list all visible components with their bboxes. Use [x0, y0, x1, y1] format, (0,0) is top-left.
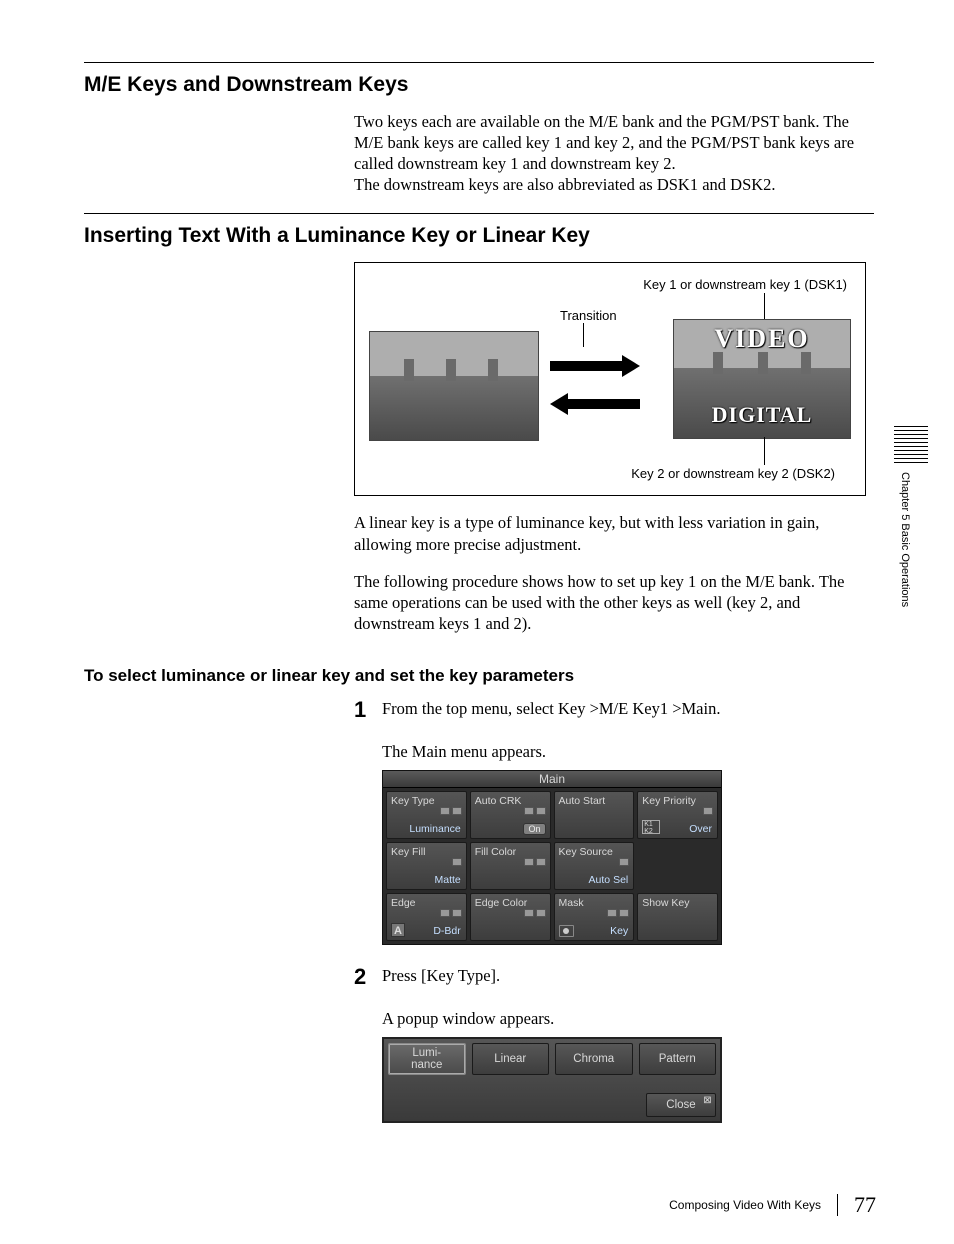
- mask-label: Mask: [559, 897, 584, 909]
- diagram-label-key2: Key 2 or downstream key 2 (DSK2): [631, 466, 835, 481]
- key-type-value: Luminance: [409, 823, 460, 835]
- overlay-digital-text: DIGITAL: [674, 402, 850, 428]
- key-priority-value: Over: [689, 823, 712, 835]
- paragraph-linear-key: A linear key is a type of luminance key,…: [354, 512, 874, 554]
- pattern-button[interactable]: Pattern: [639, 1043, 717, 1075]
- chapter-tab-hatch-icon: [894, 426, 928, 466]
- key-priority-label: Key Priority: [642, 795, 696, 807]
- page-footer: Composing Video With Keys 77: [669, 1192, 876, 1218]
- edge-button[interactable]: Edge A D-Bdr: [386, 893, 467, 941]
- key-fill-button[interactable]: Key Fill Matte: [386, 842, 467, 890]
- chroma-button[interactable]: Chroma: [555, 1043, 633, 1075]
- key-fill-value: Matte: [434, 874, 460, 886]
- auto-crk-button[interactable]: Auto CRK On: [470, 791, 551, 839]
- transition-diagram: Key 1 or downstream key 1 (DSK1) Transit…: [354, 262, 866, 496]
- close-label: Close: [666, 1099, 695, 1111]
- edge-color-label: Edge Color: [475, 897, 528, 909]
- subheading-select-luminance: To select luminance or linear key and se…: [84, 666, 874, 686]
- diagram-before-image: [369, 331, 539, 441]
- main-menu-screenshot: Main Key Type Luminance Auto CRK On Auto…: [382, 770, 722, 945]
- paragraph-procedure-intro: The following procedure shows how to set…: [354, 571, 874, 634]
- auto-crk-label: Auto CRK: [475, 795, 522, 807]
- mask-value: Key: [610, 925, 628, 937]
- key-priority-button[interactable]: Key Priority K1K2 Over: [637, 791, 718, 839]
- step-2-note: A popup window appears.: [382, 1009, 874, 1029]
- show-key-button[interactable]: Show Key: [637, 893, 718, 941]
- edge-a-badge-icon: A: [391, 923, 405, 937]
- auto-start-button[interactable]: Auto Start: [554, 791, 635, 839]
- main-menu-title: Main: [383, 771, 721, 788]
- edge-label: Edge: [391, 897, 416, 909]
- diagram-after-image: VIDEO DIGITAL: [673, 319, 851, 439]
- close-x-icon: ⊠: [703, 1096, 712, 1105]
- step-number-2: 2: [354, 965, 382, 989]
- diagram-label-transition: Transition: [560, 308, 617, 323]
- key-source-label: Key Source: [559, 846, 613, 858]
- key-type-button[interactable]: Key Type Luminance: [386, 791, 467, 839]
- auto-crk-value: On: [523, 823, 545, 835]
- fill-color-label: Fill Color: [475, 846, 516, 858]
- edge-value: D-Bdr: [433, 925, 460, 937]
- arrow-left-icon: [550, 393, 640, 413]
- mask-button[interactable]: Mask Key: [554, 893, 635, 941]
- step-1-note: The Main menu appears.: [382, 742, 874, 762]
- page-number: 77: [854, 1192, 876, 1218]
- key-source-value: Auto Sel: [589, 874, 629, 886]
- key-source-button[interactable]: Key Source Auto Sel: [554, 842, 635, 890]
- luminance-button[interactable]: Lumi- nance: [388, 1043, 466, 1075]
- key-type-popup: Lumi- nance Linear Chroma Pattern Close …: [382, 1037, 722, 1123]
- step-1-text: From the top menu, select Key >M/E Key1 …: [382, 698, 874, 722]
- empty-cell-1: [637, 842, 718, 890]
- edge-color-button[interactable]: Edge Color: [470, 893, 551, 941]
- mask-circle-icon: [559, 925, 574, 937]
- show-key-label: Show Key: [642, 897, 689, 909]
- step-2-text: Press [Key Type].: [382, 965, 874, 989]
- auto-start-label: Auto Start: [559, 795, 606, 807]
- diagram-label-key1: Key 1 or downstream key 1 (DSK1): [643, 277, 847, 292]
- linear-button[interactable]: Linear: [472, 1043, 550, 1075]
- key-type-label: Key Type: [391, 795, 435, 807]
- overlay-video-text: VIDEO: [674, 324, 850, 354]
- footer-divider: [837, 1194, 838, 1216]
- heading-me-keys: M/E Keys and Downstream Keys: [84, 73, 874, 97]
- arrow-right-icon: [550, 355, 640, 375]
- close-button[interactable]: Close ⊠: [646, 1093, 716, 1117]
- step-number-1: 1: [354, 698, 382, 722]
- footer-section-title: Composing Video With Keys: [669, 1198, 821, 1212]
- key-priority-icon: K1K2: [642, 820, 660, 834]
- heading-inserting-text: Inserting Text With a Luminance Key or L…: [84, 224, 874, 248]
- chapter-tab-text: Chapter 5 Basic Operations: [894, 472, 911, 622]
- paragraph-me-keys-2: The downstream keys are also abbreviated…: [354, 174, 874, 195]
- key-fill-label: Key Fill: [391, 846, 425, 858]
- paragraph-me-keys-1: Two keys each are available on the M/E b…: [354, 111, 874, 174]
- fill-color-button[interactable]: Fill Color: [470, 842, 551, 890]
- chapter-tab: Chapter 5 Basic Operations: [894, 426, 928, 626]
